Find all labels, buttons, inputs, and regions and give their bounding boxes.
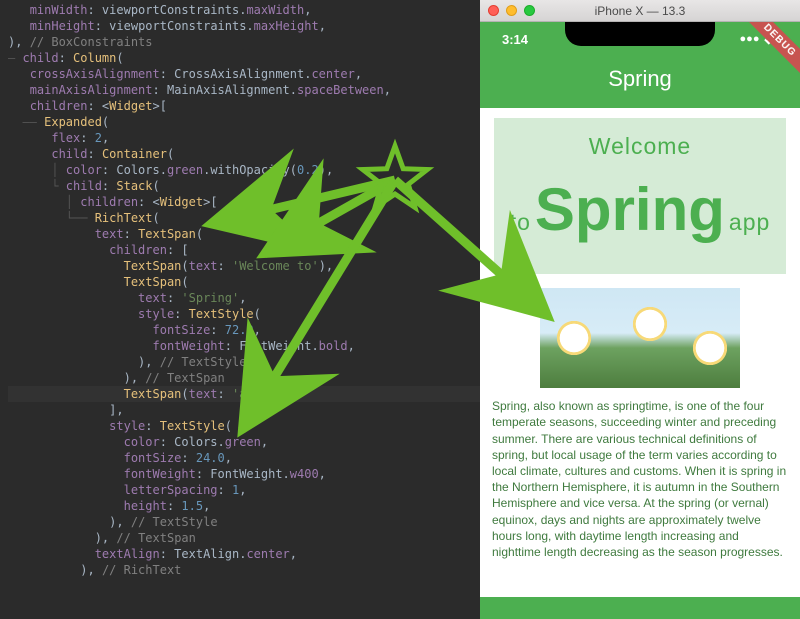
code-line[interactable]: text: TextSpan( [8, 226, 480, 242]
bottom-green-bar [480, 597, 800, 619]
ios-simulator-window: iPhone X — 13.3 DEBUG 3:14 ●●● ⬙ ▮ Sprin… [480, 0, 800, 619]
code-line[interactable]: TextSpan(text: 'app'), [8, 386, 480, 402]
traffic-lights[interactable] [488, 5, 535, 16]
code-line[interactable]: ), // BoxConstraints [8, 34, 480, 50]
ios-status-bar: 3:14 ●●● ⬙ ▮ [480, 22, 800, 56]
code-line[interactable]: color: Colors.green, [8, 434, 480, 450]
welcome-line1: Welcome [500, 130, 780, 162]
code-line[interactable]: fontWeight: FontWeight.w400, [8, 466, 480, 482]
simulator-titlebar[interactable]: iPhone X — 13.3 [480, 0, 800, 22]
flower-image [540, 288, 740, 388]
code-line[interactable]: minWidth: viewportConstraints.maxWidth, [8, 2, 480, 18]
iphone-notch [565, 22, 715, 46]
code-line[interactable]: flex: 2, [8, 130, 480, 146]
code-line[interactable]: height: 1.5, [8, 498, 480, 514]
window-close-button[interactable] [488, 5, 499, 16]
code-line[interactable]: ), // TextSpan [8, 370, 480, 386]
code-line[interactable]: TextSpan(text: 'Welcome to'), [8, 258, 480, 274]
window-minimize-button[interactable] [506, 5, 517, 16]
code-line[interactable]: └ child: Stack( [8, 178, 480, 194]
welcome-container: Welcome to Spring app [494, 118, 786, 274]
code-line[interactable]: minHeight: viewportConstraints.maxHeight… [8, 18, 480, 34]
window-zoom-button[interactable] [524, 5, 535, 16]
code-line[interactable]: ), // RichText [8, 562, 480, 578]
device-screen[interactable]: DEBUG 3:14 ●●● ⬙ ▮ Spring Welcome to Spr… [480, 22, 800, 619]
app-bar-title: Spring [608, 66, 672, 91]
code-line[interactable]: ), // TextStyle [8, 354, 480, 370]
code-line[interactable]: children: <Widget>[ [8, 98, 480, 114]
code-line[interactable]: letterSpacing: 1, [8, 482, 480, 498]
code-line[interactable]: fontSize: 24.0, [8, 450, 480, 466]
code-line[interactable]: style: TextStyle( [8, 306, 480, 322]
welcome-app: app [729, 206, 770, 238]
code-line[interactable]: │ color: Colors.green.withOpacity(0.2), [8, 162, 480, 178]
code-line[interactable]: │ children: <Widget>[ [8, 194, 480, 210]
code-line[interactable]: text: 'Spring', [8, 290, 480, 306]
body-paragraph: Spring, also known as springtime, is one… [492, 398, 788, 560]
code-line[interactable]: fontSize: 72.0, [8, 322, 480, 338]
code-line[interactable]: mainAxisAlignment: MainAxisAlignment.spa… [8, 82, 480, 98]
code-line[interactable]: textAlign: TextAlign.center, [8, 546, 480, 562]
code-line[interactable]: child: Container( [8, 146, 480, 162]
code-line[interactable]: TextSpan( [8, 274, 480, 290]
code-line[interactable]: children: [ [8, 242, 480, 258]
signal-icon: ●●● [740, 33, 760, 45]
code-line[interactable]: crossAxisAlignment: CrossAxisAlignment.c… [8, 66, 480, 82]
code-editor[interactable]: minWidth: viewportConstraints.maxWidth, … [0, 0, 480, 619]
code-line[interactable]: └── RichText( [8, 210, 480, 226]
code-line[interactable]: —— Expanded( [8, 114, 480, 130]
app-body[interactable]: Welcome to Spring app Spring, also known… [480, 118, 800, 560]
code-line[interactable]: — child: Column( [8, 50, 480, 66]
welcome-to: to [510, 206, 531, 238]
code-line[interactable]: ], [8, 402, 480, 418]
code-line[interactable]: ), // TextStyle [8, 514, 480, 530]
welcome-spring: Spring [535, 168, 725, 252]
code-line[interactable]: fontWeight: FontWeight.bold, [8, 338, 480, 354]
code-line[interactable]: ), // TextSpan [8, 530, 480, 546]
app-bar: Spring [480, 56, 800, 108]
code-line[interactable]: style: TextStyle( [8, 418, 480, 434]
status-time: 3:14 [502, 32, 528, 47]
